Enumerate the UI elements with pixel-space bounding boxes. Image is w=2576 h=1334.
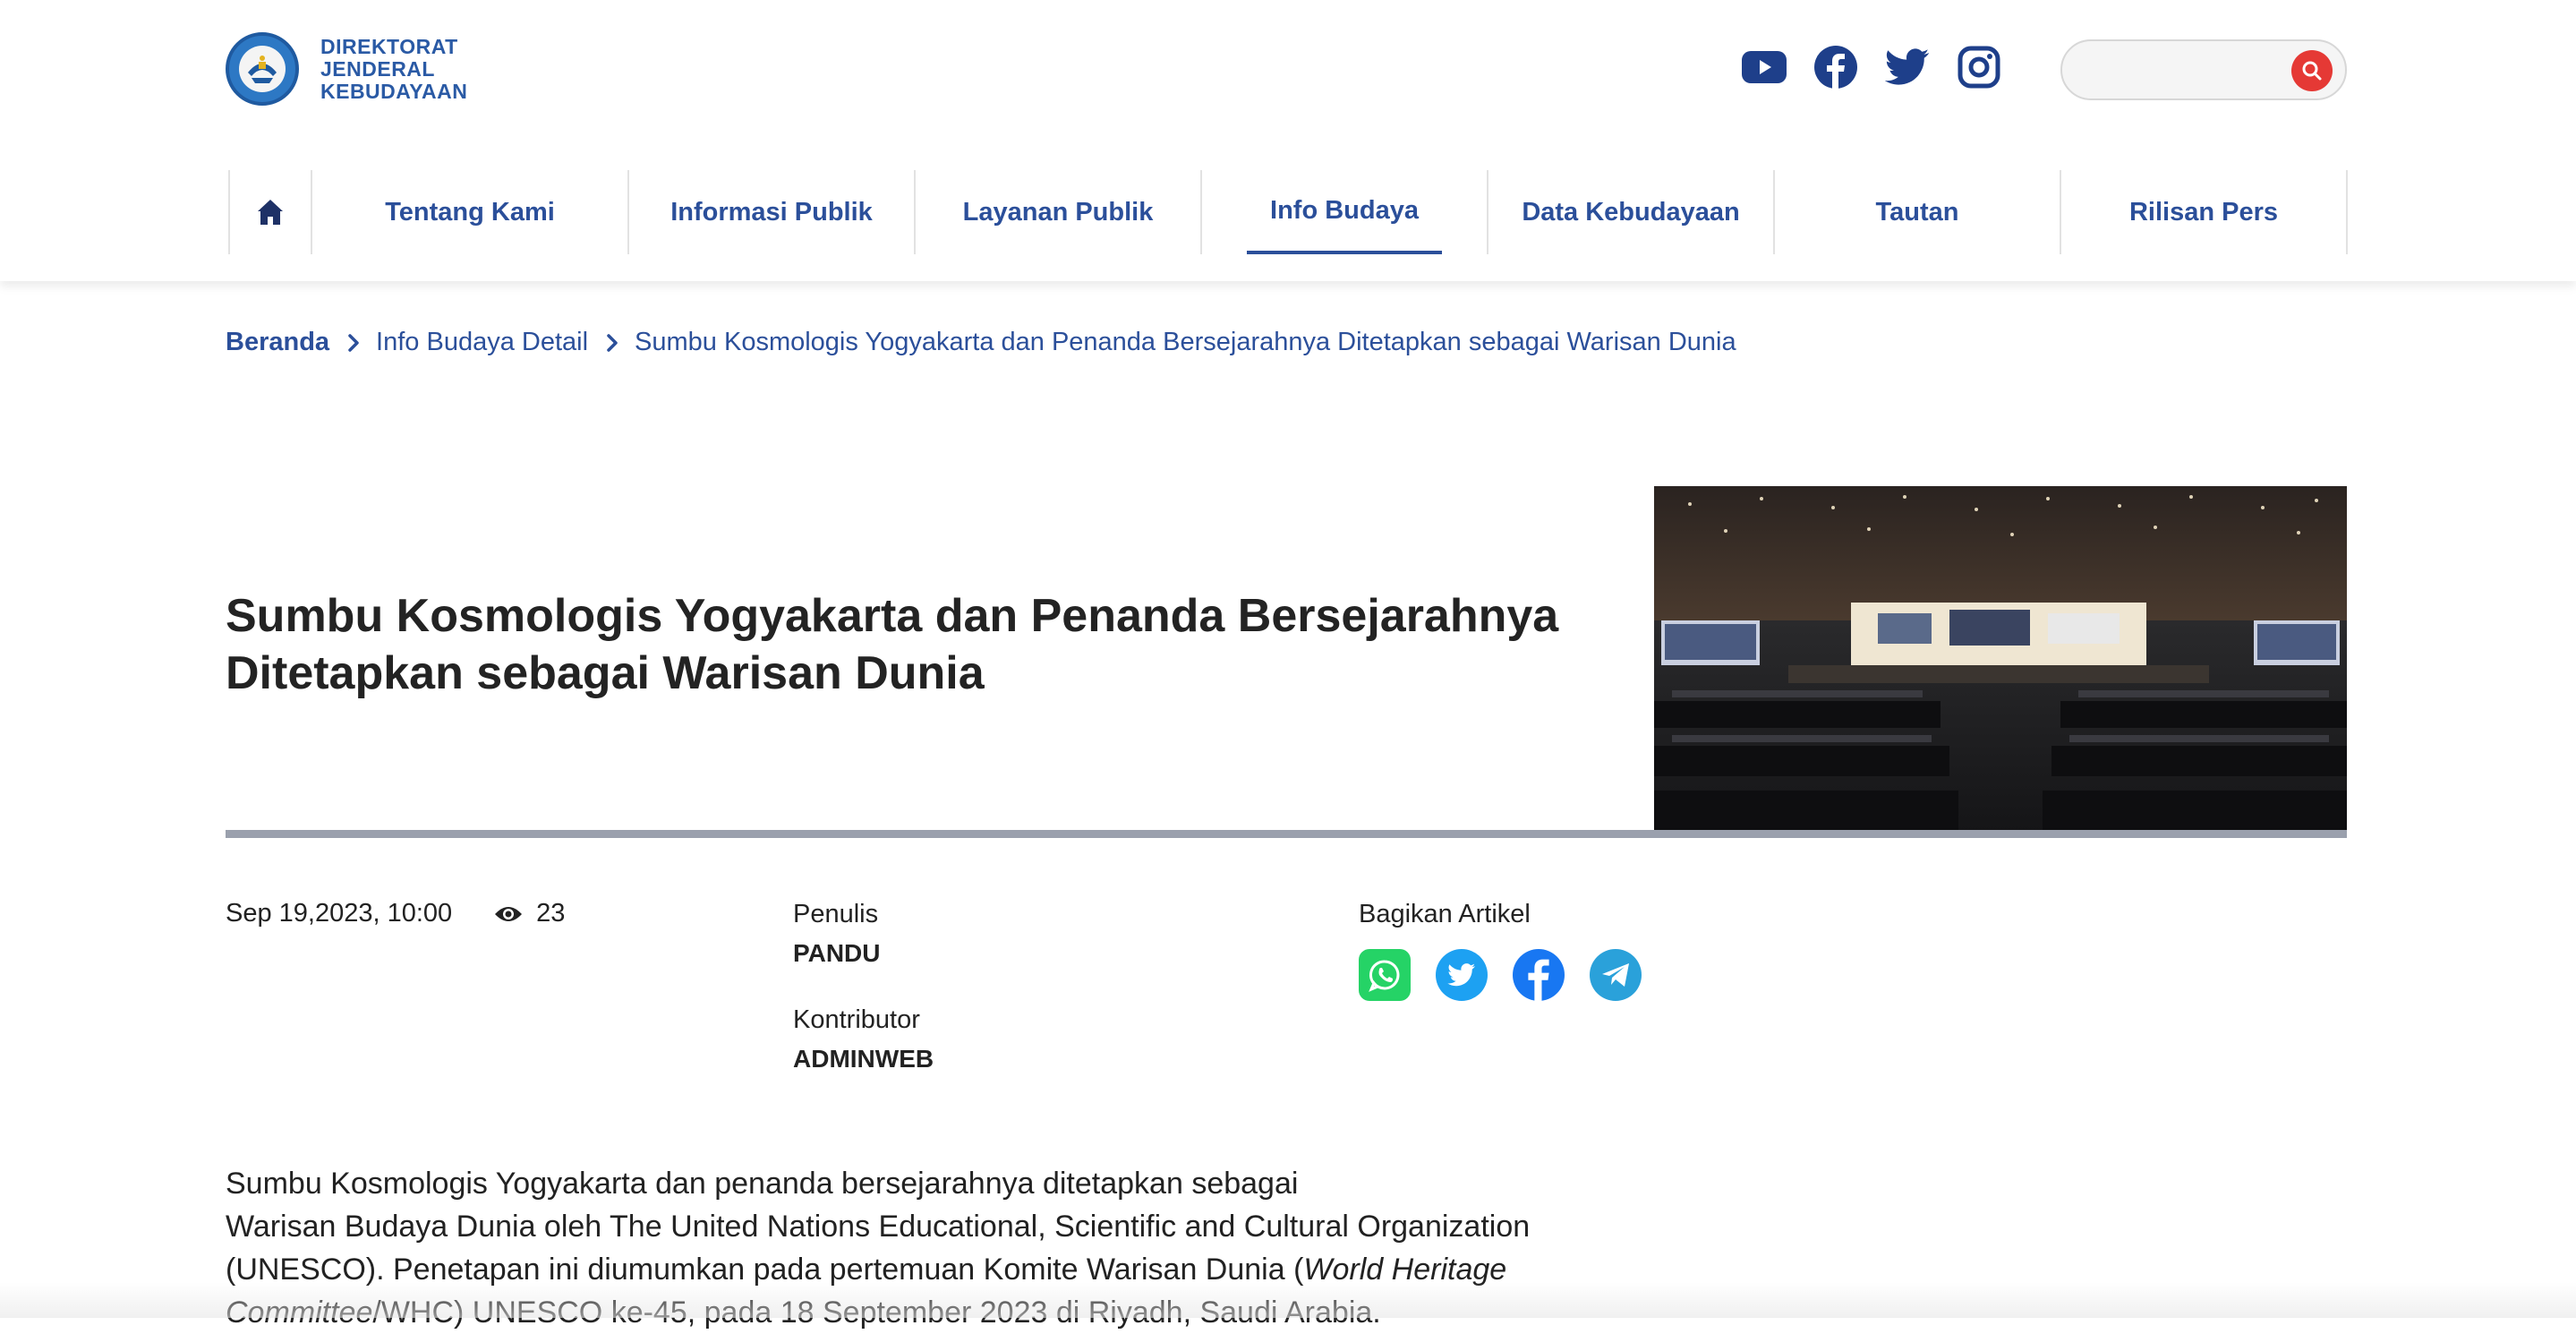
- chevron-right-icon: [347, 333, 360, 353]
- share-section: Bagikan Artikel: [1359, 899, 1642, 1001]
- eye-icon: [493, 903, 524, 925]
- site-header: DIREKTORAT JENDERAL KEBUDAYAAN Tentang K…: [0, 0, 2576, 281]
- share-buttons: [1359, 949, 1642, 1001]
- nav-item-layanan-publik[interactable]: Layanan Publik: [916, 170, 1202, 254]
- contributor-name: ADMINWEB: [793, 1044, 934, 1074]
- breadcrumb-current: Sumbu Kosmologis Yogyakarta dan Penanda …: [635, 328, 1736, 357]
- article-body-line-1: Sumbu Kosmologis Yogyakarta dan penanda …: [226, 1162, 1622, 1205]
- facebook-icon[interactable]: [1813, 45, 1858, 90]
- share-facebook-icon[interactable]: [1513, 949, 1565, 1001]
- nav-item-rilisan-pers[interactable]: Rilisan Pers: [2061, 170, 2348, 254]
- article-body-line-2: Warisan Budaya Dunia oleh The United Nat…: [226, 1205, 1622, 1248]
- nav-item-tautan[interactable]: Tautan: [1775, 170, 2061, 254]
- view-count: 23: [536, 899, 565, 928]
- article-credits: Penulis PANDU Kontributor ADMINWEB: [793, 899, 934, 1074]
- article-title: Sumbu Kosmologis Yogyakarta dan Penanda …: [226, 587, 1604, 702]
- bottom-fade: [0, 1282, 2576, 1318]
- nav-home[interactable]: [228, 170, 312, 254]
- share-label: Bagikan Artikel: [1359, 899, 1642, 929]
- writer-name: PANDU: [793, 938, 934, 969]
- logo-line-3: KEBUDAYAAN: [320, 81, 467, 103]
- nav-item-informasi-publik[interactable]: Informasi Publik: [629, 170, 916, 254]
- breadcrumb: Beranda Info Budaya Detail Sumbu Kosmolo…: [226, 328, 1736, 357]
- social-links: [1742, 45, 2001, 90]
- chevron-right-icon: [606, 333, 618, 353]
- share-telegram-icon[interactable]: [1590, 949, 1642, 1001]
- breadcrumb-home[interactable]: Beranda: [226, 328, 329, 357]
- nav-item-tentang-kami[interactable]: Tentang Kami: [312, 170, 629, 254]
- search-input[interactable]: [2084, 52, 2272, 88]
- article-meta: Sep 19,2023, 10:00 23: [226, 899, 565, 928]
- search-button[interactable]: [2291, 50, 2333, 91]
- search-box: [2060, 39, 2347, 100]
- home-icon: [255, 197, 286, 227]
- nav-item-data-kebudayaan[interactable]: Data Kebudayaan: [1488, 170, 1775, 254]
- search-icon: [2301, 60, 2323, 81]
- twitter-icon[interactable]: [1885, 45, 1930, 90]
- instagram-icon[interactable]: [1957, 45, 2001, 90]
- contributor-label: Kontributor: [793, 1005, 934, 1035]
- nav-item-info-budaya[interactable]: Info Budaya: [1202, 170, 1488, 254]
- youtube-icon[interactable]: [1742, 45, 1787, 90]
- logo-line-2: JENDERAL: [320, 58, 467, 81]
- main-nav: Tentang Kami Informasi Publik Layanan Pu…: [228, 170, 2348, 254]
- site-logo[interactable]: DIREKTORAT JENDERAL KEBUDAYAAN: [226, 32, 467, 106]
- article-title-line-2: Ditetapkan sebagai Warisan Dunia: [226, 645, 1604, 702]
- writer-label: Penulis: [793, 899, 934, 929]
- logo-emblem-icon: [226, 32, 299, 106]
- breadcrumb-info-budaya-detail[interactable]: Info Budaya Detail: [376, 328, 588, 357]
- share-twitter-icon[interactable]: [1436, 949, 1488, 1001]
- share-whatsapp-icon[interactable]: [1359, 949, 1411, 1001]
- hero-divider: [226, 830, 2347, 838]
- logo-text: DIREKTORAT JENDERAL KEBUDAYAAN: [320, 36, 467, 103]
- article-date: Sep 19,2023, 10:00: [226, 899, 452, 928]
- logo-line-1: DIREKTORAT: [320, 36, 467, 58]
- article-title-line-1: Sumbu Kosmologis Yogyakarta dan Penanda …: [226, 587, 1604, 645]
- article-hero-image: [1654, 486, 2347, 832]
